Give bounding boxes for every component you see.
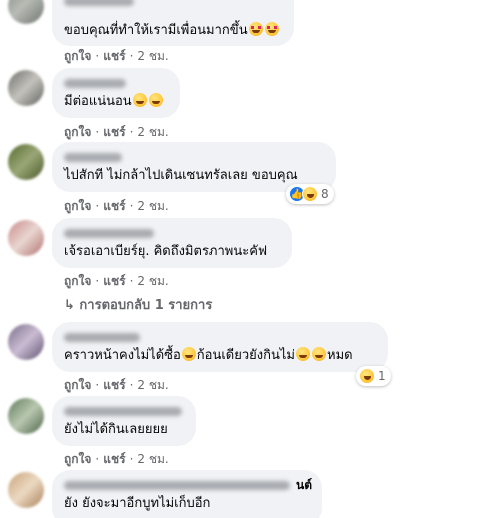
timestamp[interactable]: 2 ชม.	[137, 378, 168, 392]
comment-text-part: คราวหน้าคงไม่ได้ซื้อ	[64, 348, 181, 363]
comment-feed: ขอบคุณที่ทำให้เรามีเพื่อนมากขึ้น ถูกใจ · แ…	[0, 0, 494, 518]
separator: ·	[95, 125, 100, 139]
reply-button[interactable]: แชร์	[103, 378, 125, 392]
like-button[interactable]: ถูกใจ	[64, 125, 91, 139]
timestamp[interactable]: 2 ชม.	[137, 274, 168, 288]
avatar[interactable]	[8, 144, 44, 180]
avatar[interactable]	[8, 220, 44, 256]
like-button[interactable]: ถูกใจ	[64, 199, 91, 213]
timestamp[interactable]: 2 ชม.	[137, 49, 168, 63]
avatar[interactable]	[8, 472, 44, 508]
rolling-laughing-face-icon	[296, 347, 310, 361]
comment-actions: ถูกใจ · แชร์ · 2 ชม.	[64, 450, 169, 469]
reply-button[interactable]: แชร์	[103, 125, 125, 139]
author-name[interactable]	[64, 76, 168, 90]
avatar[interactable]	[8, 324, 44, 360]
comment-text: มีต่อแน่นอน	[64, 93, 168, 111]
separator: ·	[129, 274, 134, 288]
separator: ·	[95, 452, 100, 466]
comment-bubble: ยังไม่ได้กินเลยยยย	[52, 396, 196, 446]
reaction-count: 1	[378, 369, 386, 383]
separator: ·	[95, 274, 100, 288]
like-button[interactable]: ถูกใจ	[64, 49, 91, 63]
reply-button[interactable]: แชร์	[103, 49, 125, 63]
smiling-face-with-hearts-icon	[248, 22, 263, 36]
timestamp[interactable]: 2 ชม.	[137, 125, 168, 139]
avatar[interactable]	[8, 398, 44, 434]
comment-text-part: ก้อนเดียวยังกินไม่	[196, 348, 295, 363]
reply-button[interactable]: แชร์	[103, 199, 125, 213]
comment-text: คราวหน้าคงไม่ได้ซื้อ ก้อนเดียวยังกินไม่ หม…	[64, 347, 376, 365]
reply-button[interactable]: แชร์	[103, 274, 125, 288]
view-replies-link[interactable]: ↳ การตอบกลับ 1 รายการ	[64, 294, 212, 315]
comment-bubble: นต์ ยัง ยังจะมาอีกบูทไม่เก็บอีก	[52, 470, 322, 518]
comment-text-part: หมด	[327, 348, 353, 363]
comment-text: เจ้รอเอาเบียร์ยุ. คิดถึงมิตรภาพนะคัฟ	[64, 243, 280, 261]
separator: ·	[129, 125, 134, 139]
reaction-count: 8	[321, 187, 329, 201]
comment-text: ไปสักที ไม่กล้าไปเดินเซนทรัลเลย ขอบคุณ	[64, 167, 324, 185]
timestamp[interactable]: 2 ชม.	[137, 199, 168, 213]
comment-actions: ถูกใจ · แชร์ · 2 ชม.	[64, 123, 169, 142]
author-name[interactable]: นต์	[64, 478, 312, 492]
comment-bubble: คราวหน้าคงไม่ได้ซื้อ ก้อนเดียวยังกินไม่ หม…	[52, 322, 388, 372]
author-name[interactable]	[64, 226, 280, 240]
grinning-face-icon	[181, 347, 196, 361]
grinning-face-icon	[132, 93, 147, 107]
comment-text-body: ขอบคุณที่ทำให้เรามีเพื่อนมากขึ้น	[64, 23, 248, 38]
separator: ·	[129, 199, 134, 213]
separator: ·	[129, 49, 134, 63]
separator: ·	[129, 452, 134, 466]
haha-reaction-icon	[359, 368, 375, 384]
like-button[interactable]: ถูกใจ	[64, 452, 91, 466]
comment-bubble: มีต่อแน่นอน	[52, 68, 180, 118]
comment-actions: ถูกใจ · แชร์ · 2 ชม.	[64, 272, 169, 291]
comment-text-body: มีต่อแน่นอน	[64, 94, 132, 109]
haha-reaction-icon	[302, 186, 318, 202]
comment-text-body: ไปสักที ไม่กล้าไปเดินเซนทรัลเลย ขอบคุณ	[64, 168, 298, 183]
author-name[interactable]	[64, 330, 376, 344]
author-name[interactable]	[64, 404, 184, 418]
comment-bubble: เจ้รอเอาเบียร์ยุ. คิดถึงมิตรภาพนะคัฟ	[52, 218, 292, 268]
comment-actions: ถูกใจ · แชร์ · 2 ชม.	[64, 376, 169, 395]
separator: ·	[95, 49, 100, 63]
comment-bubble: ขอบคุณที่ทำให้เรามีเพื่อนมากขึ้น	[52, 0, 294, 46]
grinning-face-icon	[148, 93, 163, 107]
comment-actions: ถูกใจ · แชร์ · 2 ชม.	[64, 47, 169, 66]
heart-eyes-face-icon	[264, 22, 279, 36]
separator: ·	[95, 199, 100, 213]
comment-text: ขอบคุณที่ทำให้เรามีเพื่อนมากขึ้น	[64, 22, 282, 40]
reaction-summary[interactable]: 1	[356, 366, 391, 386]
author-name[interactable]	[64, 150, 324, 164]
comment-text-body: เจ้รอเอาเบียร์ยุ. คิดถึงมิตรภาพนะคัฟ	[64, 244, 268, 259]
avatar[interactable]	[8, 70, 44, 106]
comment-text-body: ยังไม่ได้กินเลยยยย	[64, 422, 168, 437]
like-button[interactable]: ถูกใจ	[64, 378, 91, 392]
separator: ·	[129, 378, 134, 392]
reaction-summary[interactable]: 👍 8	[286, 184, 334, 204]
timestamp[interactable]: 2 ชม.	[137, 452, 168, 466]
author-name-visible-part: นต์	[296, 478, 312, 492]
author-name[interactable]	[64, 0, 282, 8]
reply-button[interactable]: แชร์	[103, 452, 125, 466]
separator: ·	[95, 378, 100, 392]
rolling-laughing-face-icon	[312, 347, 326, 361]
comment-text: ยังไม่ได้กินเลยยยย	[64, 421, 184, 439]
like-button[interactable]: ถูกใจ	[64, 274, 91, 288]
avatar[interactable]	[8, 0, 44, 24]
comment-text-body: ยัง ยังจะมาอีกบูทไม่เก็บอีก	[64, 496, 211, 511]
comment-actions: ถูกใจ · แชร์ · 2 ชม.	[64, 197, 169, 216]
comment-text: ยัง ยังจะมาอีกบูทไม่เก็บอีก	[64, 495, 310, 513]
